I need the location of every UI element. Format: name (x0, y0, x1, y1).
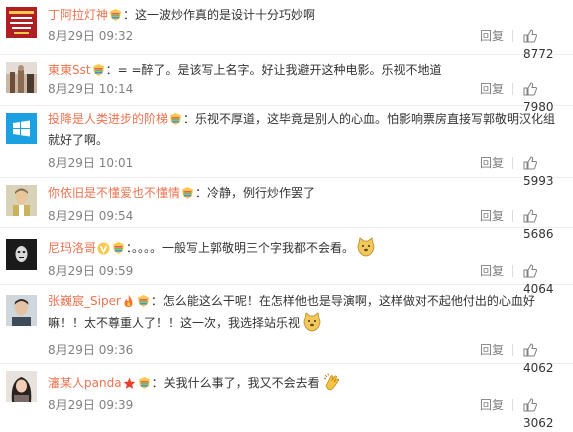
comment-time: 8月29日 09:39 (48, 398, 134, 412)
username-link[interactable]: 丁阿拉灯神 (48, 8, 108, 22)
comment-footer: 8月29日 09:39 回复 3062 (48, 396, 565, 430)
comment-text: 。。。。一般写上郭敬明三个字我都不会看。 (132, 241, 355, 255)
username-link[interactable]: 张巍宸_Siper (48, 294, 121, 308)
comment-content: 東東Sst ：= =醉了。是该写上名字。好让我避开这种电影。乐视不地道 (48, 61, 565, 80)
doge-emoji-icon (303, 312, 321, 332)
separator: ： (151, 376, 164, 390)
comment-time: 8月29日 09:36 (48, 343, 134, 357)
comment-item: 尼玛洛哥 ：。。。。一般写上郭敬明三个字我都不会看。 8月29日 09:59 回复… (0, 228, 573, 296)
separator: ： (195, 186, 208, 200)
user-avatar-dark-mask[interactable] (6, 239, 37, 270)
comment-time: 8月29日 09:59 (48, 264, 134, 278)
comment-content: 你依旧是不懂爱也不懂情 ：冷静，例行炒作罢了 (48, 184, 565, 203)
separator: ： (105, 63, 118, 77)
reply-button[interactable]: 回复 (480, 396, 504, 414)
comment-item: 你依旧是不懂爱也不懂情 ：冷静，例行炒作罢了 8月29日 09:54 回复 568… (0, 178, 573, 241)
rainbow-badge-icon (92, 64, 104, 76)
user-avatar-portrait[interactable] (6, 185, 37, 216)
comment-footer: 8月29日 10:14 回复 7980 (48, 80, 565, 114)
rainbow-badge-icon (182, 187, 194, 199)
reply-button[interactable]: 回复 (480, 341, 504, 359)
comment-content: 丁阿拉灯神 ：这一波炒作真的是设计十分巧妙啊 (48, 6, 565, 25)
comment-time: 8月29日 09:54 (48, 209, 134, 223)
reply-button[interactable]: 回复 (480, 207, 504, 225)
divider (512, 344, 513, 356)
divider (512, 30, 513, 42)
separator: ： (123, 8, 136, 22)
comment-item: 投降是人类进步的阶梯 ：乐视不厚道，这毕竟是别人的心血。怕影响票房直接写郭敬明汉化… (0, 106, 573, 188)
rainbow-badge-icon (137, 295, 149, 307)
verified-v-icon (97, 242, 110, 255)
username-link[interactable]: 東東Sst (48, 63, 91, 77)
user-avatar-manchester-united-crest[interactable] (6, 7, 37, 38)
comment-footer: 8月29日 09:54 回复 5686 (48, 207, 565, 241)
comment-content: 尼玛洛哥 ：。。。。一般写上郭敬明三个字我都不会看。 (48, 237, 565, 258)
reply-button[interactable]: 回复 (480, 154, 504, 172)
clapping-hands-emoji-icon (323, 373, 339, 391)
comment-footer: 8月29日 09:36 回复 4062 (48, 341, 565, 375)
divider (512, 83, 513, 95)
thumbs-up-icon (523, 82, 537, 96)
user-avatar-man-portrait[interactable] (6, 295, 37, 326)
rainbow-badge-icon (113, 242, 125, 254)
separator: ： (150, 294, 163, 308)
username-link[interactable]: 尼玛洛哥 (48, 241, 96, 255)
reply-button[interactable]: 回复 (480, 80, 504, 98)
like-count: 3062 (523, 416, 554, 430)
doge-emoji-icon (357, 237, 375, 257)
reply-button[interactable]: 回复 (480, 262, 504, 280)
divider (512, 157, 513, 169)
comment-item: 丁阿拉灯神 ：这一波炒作真的是设计十分巧妙啊 8月29日 09:32 回复 877… (0, 0, 573, 61)
comment-item: 東東Sst ：= =醉了。是该写上名字。好让我避开这种电影。乐视不地道 8月29日… (0, 55, 573, 114)
username-link[interactable]: 瀋某人panda (48, 376, 122, 390)
comment-time: 8月29日 10:01 (48, 156, 134, 170)
rainbow-badge-icon (138, 377, 150, 389)
comment-footer: 8月29日 10:01 回复 5993 (48, 154, 565, 188)
divider (512, 399, 513, 411)
rainbow-badge-icon (170, 113, 182, 125)
thumbs-up-icon (523, 209, 537, 223)
comment-text: = =醉了。是该写上名字。好让我避开这种电影。乐视不地道 (117, 63, 442, 77)
comment-content: 瀋某人panda ：关我什么事了，我又不会去看 (48, 372, 565, 393)
username-link[interactable]: 投降是人类进步的阶梯 (48, 112, 168, 126)
user-avatar-woman-portrait[interactable] (6, 371, 37, 402)
thumbs-up-icon (523, 398, 537, 412)
thumbs-up-icon (523, 343, 537, 357)
thumbs-up-icon (523, 264, 537, 278)
user-avatar-windows-logo[interactable] (6, 113, 37, 144)
comment-content: 投降是人类进步的阶梯 ：乐视不厚道，这毕竟是别人的心血。怕影响票房直接写郭敬明汉化… (48, 109, 565, 151)
rainbow-badge-icon (110, 9, 122, 21)
user-avatar-street-photo[interactable] (6, 62, 37, 93)
comment-time: 8月29日 09:32 (48, 29, 134, 43)
thumbs-up-icon (523, 29, 537, 43)
separator: ： (183, 112, 196, 126)
comment-time: 8月29日 10:14 (48, 82, 134, 96)
comment-item: 张巍宸_Siper ：怎么能这么干呢！在怎样他也是导演啊，这样做对不起他付出的心血… (0, 285, 573, 375)
comment-text: 冷静，例行炒作罢了 (207, 186, 316, 200)
like-button[interactable]: 3062 (523, 396, 565, 432)
divider (512, 210, 513, 222)
username-link[interactable]: 你依旧是不懂爱也不懂情 (48, 186, 180, 200)
comment-text: 这一波炒作真的是设计十分巧妙啊 (135, 8, 316, 22)
comment-footer: 8月29日 09:59 回复 4064 (48, 262, 565, 296)
comment-footer: 8月29日 09:32 回复 8772 (48, 27, 565, 61)
thumbs-up-icon (523, 156, 537, 170)
divider (512, 265, 513, 277)
reply-button[interactable]: 回复 (480, 27, 504, 45)
comment-item: 瀋某人panda ：关我什么事了，我又不会去看 8月29日 09:39 回复 30… (0, 364, 573, 430)
star-badge-icon (123, 377, 135, 389)
comment-text: 关我什么事了，我又不会去看 (163, 376, 320, 390)
flame-badge-icon (124, 295, 133, 307)
comment-content: 张巍宸_Siper ：怎么能这么干呢！在怎样他也是导演啊，这样做对不起他付出的心血… (48, 291, 565, 334)
